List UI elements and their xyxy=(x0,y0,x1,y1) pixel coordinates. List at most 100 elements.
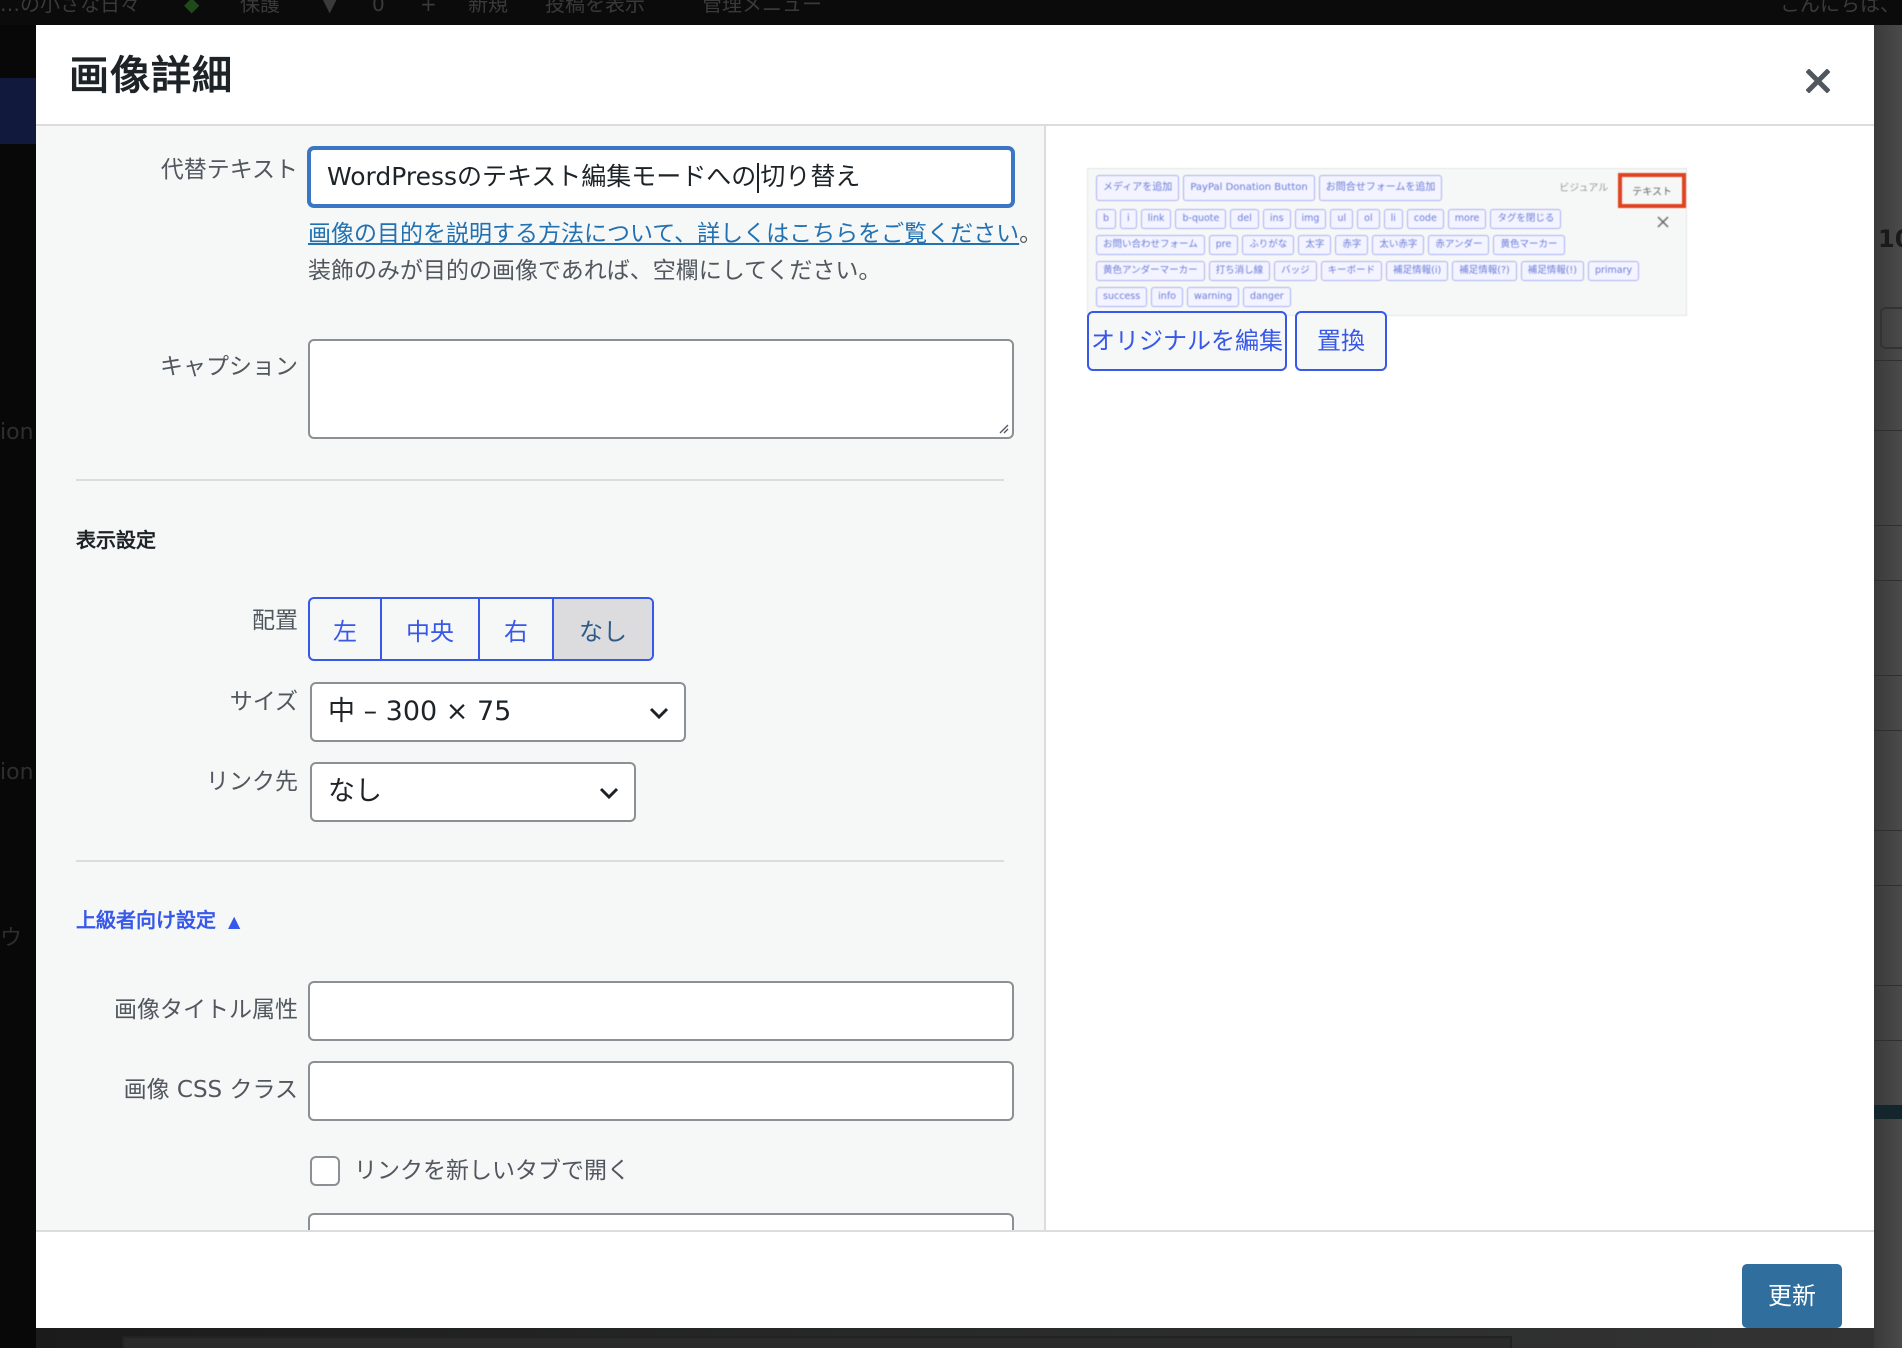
preview-quicktag-button: info xyxy=(1151,287,1183,307)
preview-quicktag-row: success info warning danger xyxy=(1096,287,1291,307)
close-button[interactable] xyxy=(1798,61,1838,101)
background-sidebar: ion ion ウ xyxy=(0,25,36,1348)
preview-contact-form: お問合せフォームを追加 xyxy=(1318,175,1443,201)
chevron-down-icon xyxy=(649,707,669,720)
align-left-button[interactable]: 左 xyxy=(310,599,382,659)
preview-quicktag-button: 補足情報(i) xyxy=(1386,261,1449,281)
background-field xyxy=(1880,307,1902,349)
preview-quicktag-button: img xyxy=(1294,209,1327,229)
preview-quicktag-button: ふりがな xyxy=(1242,235,1295,255)
modal-title: 画像詳細 xyxy=(69,53,233,99)
background-sidebar-right: 10 xyxy=(1874,25,1902,1348)
comment-icon: ▼ xyxy=(322,0,338,16)
preview-quicktag-button: タグを閉じる xyxy=(1490,209,1562,229)
open-new-tab-checkbox[interactable] xyxy=(310,1156,340,1186)
preview-editor-tabs: ビジュアル テキスト xyxy=(1549,173,1686,208)
preview-quicktag-button: 赤アンダー xyxy=(1428,235,1490,255)
image-link-rel-input[interactable] xyxy=(308,1213,1014,1230)
preview-toolbar-top: メディアを追加 PayPal Donation Button お問合せフォームを… xyxy=(1096,175,1443,201)
align-right-button[interactable]: 右 xyxy=(480,599,554,659)
admin-bar-site-name: …の小さな日々 xyxy=(0,0,140,16)
divider xyxy=(1874,830,1902,831)
align-center-button[interactable]: 中央 xyxy=(382,599,480,659)
preview-quicktag-button: 打ち消し線 xyxy=(1208,261,1271,281)
divider xyxy=(1874,430,1902,431)
image-title-attr-label: 画像タイトル属性 xyxy=(114,997,298,1023)
preview-quicktag-button: b xyxy=(1096,209,1117,229)
preview-quicktag-button: pre xyxy=(1208,235,1239,255)
admin-bar-new: 新規 xyxy=(468,0,508,16)
advanced-settings-label: 上級者向け設定 xyxy=(76,908,216,932)
preview-quicktag-button: primary xyxy=(1587,261,1640,281)
caption-textarea[interactable] xyxy=(308,339,1014,439)
divider xyxy=(1874,360,1902,361)
open-new-tab-label: リンクを新しいタブで開く xyxy=(354,1158,630,1184)
divider xyxy=(1874,1040,1902,1041)
shield-icon: ◆ xyxy=(184,0,200,16)
preview-quicktag-button: li xyxy=(1383,209,1403,229)
admin-bar-view-post: 投稿を表示 xyxy=(545,0,645,16)
preview-quicktag-button: お問い合わせフォーム xyxy=(1096,235,1205,255)
admin-bar-greeting: こんにちは、… xyxy=(1780,0,1902,16)
alt-text-input[interactable]: WordPressのテキスト編集モードへの 切り替え xyxy=(308,147,1014,207)
admin-bar-comments: 0 xyxy=(372,0,385,16)
preview-quicktag-button: link xyxy=(1140,209,1172,229)
preview-paypal: PayPal Donation Button xyxy=(1183,175,1315,201)
background-panel xyxy=(122,1336,1512,1348)
update-button[interactable]: 更新 xyxy=(1742,1264,1842,1328)
close-icon xyxy=(1806,69,1830,93)
divider xyxy=(1874,730,1902,731)
settings-panel: 代替テキスト WordPressのテキスト編集モードへの 切り替え 画像の目的を説… xyxy=(36,126,1046,1230)
edit-original-button[interactable]: オリジナルを編集 xyxy=(1087,311,1287,371)
size-select[interactable]: 中 – 300 × 75 xyxy=(310,682,686,742)
align-button-group: 左 中央 右 なし xyxy=(308,597,654,661)
triangle-up-icon: ▲ xyxy=(228,912,241,931)
alt-text-value: WordPressのテキスト編集モードへの xyxy=(327,162,757,191)
fullscreen-icon xyxy=(1657,216,1669,228)
modal-footer: 更新 xyxy=(36,1230,1874,1328)
alt-text-help-link[interactable]: 画像の目的を説明する方法について、詳しくはこちらをご覧ください xyxy=(308,221,1019,247)
section-divider xyxy=(76,860,1004,862)
size-select-value: 中 – 300 × 75 xyxy=(328,696,512,727)
divider xyxy=(1874,580,1902,581)
align-none-button[interactable]: なし xyxy=(554,599,652,659)
image-css-class-input[interactable] xyxy=(308,1061,1014,1121)
preview-quicktag-button: 補足情報(?) xyxy=(1452,261,1517,281)
preview-quicktag-button: 黄色マーカー xyxy=(1493,235,1565,255)
preview-quicktag-button: more xyxy=(1447,209,1487,229)
preview-quicktag-button: del xyxy=(1230,209,1259,229)
resize-grip-icon[interactable] xyxy=(997,422,1009,434)
preview-quicktag-button: 補足情報(!) xyxy=(1520,261,1584,281)
link-to-label: リンク先 xyxy=(206,769,298,795)
admin-bar-shield-label: 保護 xyxy=(240,0,280,16)
background-fragment: ウ xyxy=(0,926,23,951)
display-settings-title: 表示設定 xyxy=(76,528,156,552)
background-fragment: ion xyxy=(0,420,34,445)
background-number: 10 xyxy=(1878,225,1902,253)
advanced-settings-toggle[interactable]: 上級者向け設定 ▲ xyxy=(76,904,240,933)
link-to-select[interactable]: なし xyxy=(310,762,636,822)
replace-button[interactable]: 置換 xyxy=(1295,311,1387,371)
preview-quicktag-button: ins xyxy=(1262,209,1291,229)
preview-quicktag-button: 黄色アンダーマーカー xyxy=(1096,261,1205,281)
image-title-attr-input[interactable] xyxy=(308,981,1014,1041)
preview-quicktag-button: 太い赤字 xyxy=(1372,235,1425,255)
preview-add-media: メディアを追加 xyxy=(1096,175,1180,201)
caption-label: キャプション xyxy=(160,354,298,380)
image-preview-panel: メディアを追加 PayPal Donation Button お問合せフォームを… xyxy=(1046,126,1874,1230)
preview-quicktag-button: ul xyxy=(1330,209,1354,229)
image-details-modal: 画像詳細 代替テキスト WordPressのテキスト編集モードへの 切り替え 画像… xyxy=(36,25,1874,1328)
background-fragment: ion xyxy=(0,760,34,785)
divider xyxy=(1874,985,1902,986)
modal-header: 画像詳細 xyxy=(36,25,1874,126)
preview-quicktag-row: b i link b-quote del ins img ul ol li code more タグを閉… xyxy=(1096,209,1562,229)
preview-quicktag-row: お問い合わせフォーム pre ふりがな 太字 赤字 太い赤字 赤アンダー 黄色マーカー xyxy=(1096,235,1565,255)
preview-tab-text: テキスト xyxy=(1618,173,1686,208)
alt-text-label: 代替テキスト xyxy=(160,157,298,183)
divider xyxy=(1874,675,1902,676)
alt-text-value-rest: 切り替え xyxy=(760,162,861,191)
preview-quicktag-button: 赤字 xyxy=(1335,235,1369,255)
divider xyxy=(1874,525,1902,526)
preview-quicktag-button: 太字 xyxy=(1298,235,1332,255)
chevron-down-icon xyxy=(599,787,619,800)
